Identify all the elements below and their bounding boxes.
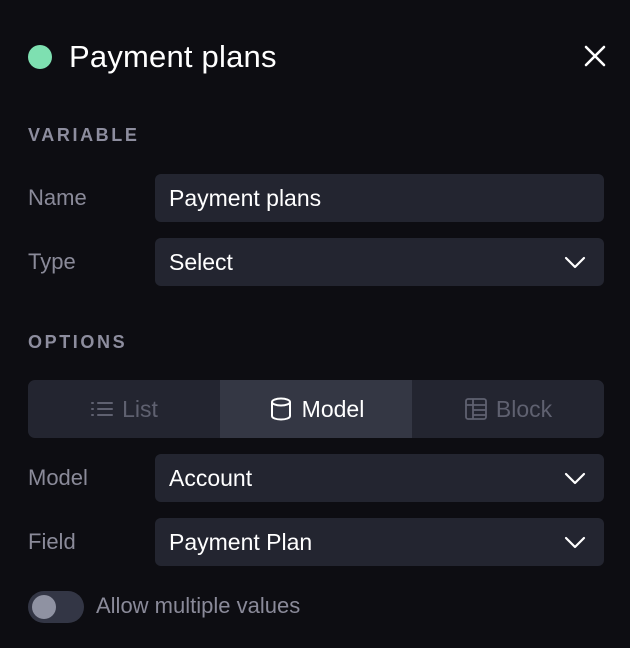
status-dot	[28, 45, 52, 69]
type-select-value: Select	[169, 249, 233, 275]
chevron-down-icon	[564, 256, 586, 269]
tab-list[interactable]: List	[28, 380, 220, 438]
chevron-down-icon	[564, 472, 586, 485]
options-section-label: OPTIONS	[28, 332, 128, 352]
field-select-value: Payment Plan	[169, 529, 313, 555]
name-input[interactable]	[155, 174, 604, 222]
chevron-down-icon	[564, 536, 586, 549]
allow-multiple-toggle[interactable]	[28, 591, 84, 623]
list-icon	[91, 402, 114, 416]
table-icon	[464, 398, 487, 420]
model-select[interactable]: Account	[155, 454, 604, 502]
model-label: Model	[28, 465, 88, 490]
field-label: Field	[28, 529, 76, 554]
tab-block-label: Block	[495, 395, 553, 422]
panel-title: Payment plans	[69, 39, 277, 74]
model-select-value: Account	[169, 465, 253, 491]
tab-model[interactable]: Model	[220, 380, 412, 438]
close-icon[interactable]	[582, 43, 608, 69]
database-icon	[270, 397, 291, 421]
variable-section-label: VARIABLE	[28, 125, 140, 145]
tab-block[interactable]: Block	[412, 380, 604, 438]
tab-list-label: List	[122, 395, 158, 422]
allow-multiple-label: Allow multiple values	[96, 593, 301, 618]
type-label: Type	[28, 249, 76, 274]
panel-header: Payment plans	[28, 36, 608, 78]
tab-model-label: Model	[301, 395, 365, 422]
allow-multiple-row: Allow multiple values	[28, 589, 428, 623]
source-segmented-control: List Model Block	[28, 380, 604, 438]
variable-panel: Payment plans VARIABLE Name Type Select …	[0, 0, 630, 648]
field-select[interactable]: Payment Plan	[155, 518, 604, 566]
name-label: Name	[28, 185, 87, 210]
type-select[interactable]: Select	[155, 238, 604, 286]
toggle-knob	[32, 595, 56, 619]
